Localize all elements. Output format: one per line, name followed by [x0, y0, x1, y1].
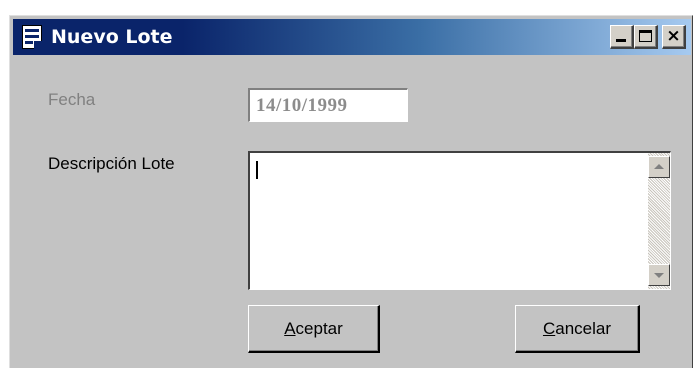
descripcion-textarea[interactable]	[248, 151, 671, 290]
text-caret	[256, 161, 258, 179]
scroll-down-button[interactable]	[648, 264, 670, 286]
cancelar-mnemonic: C	[542, 319, 556, 338]
arrow-up-icon	[654, 164, 664, 169]
fecha-label: Fecha	[48, 90, 96, 109]
minimize-icon	[616, 39, 626, 42]
aceptar-mnemonic: A	[284, 319, 296, 338]
maximize-icon	[639, 30, 652, 42]
fecha-value: 14/10/1999	[256, 95, 348, 116]
minimize-button[interactable]	[610, 25, 634, 49]
arrow-down-icon	[654, 273, 664, 278]
cancelar-button[interactable]: Cancelar	[515, 305, 640, 353]
window-title: Nuevo Lote	[51, 26, 173, 48]
scroll-up-button[interactable]	[648, 156, 670, 178]
aceptar-button[interactable]: Aceptar	[248, 305, 380, 353]
close-icon: ×	[666, 26, 681, 46]
close-button[interactable]: ×	[662, 25, 686, 49]
aceptar-label: ceptar	[295, 319, 343, 338]
document-form-icon	[22, 25, 42, 49]
nuevo-lote-dialog: Nuevo Lote × Fecha 14/10/1999 Descripció…	[9, 15, 693, 368]
vertical-scrollbar[interactable]	[648, 153, 670, 289]
cancelar-label: ancelar	[555, 319, 612, 338]
title-bar[interactable]: Nuevo Lote ×	[13, 19, 691, 55]
fecha-field: 14/10/1999	[248, 88, 408, 122]
maximize-button[interactable]	[634, 25, 658, 49]
descripcion-label: Descripción Lote	[48, 154, 175, 173]
